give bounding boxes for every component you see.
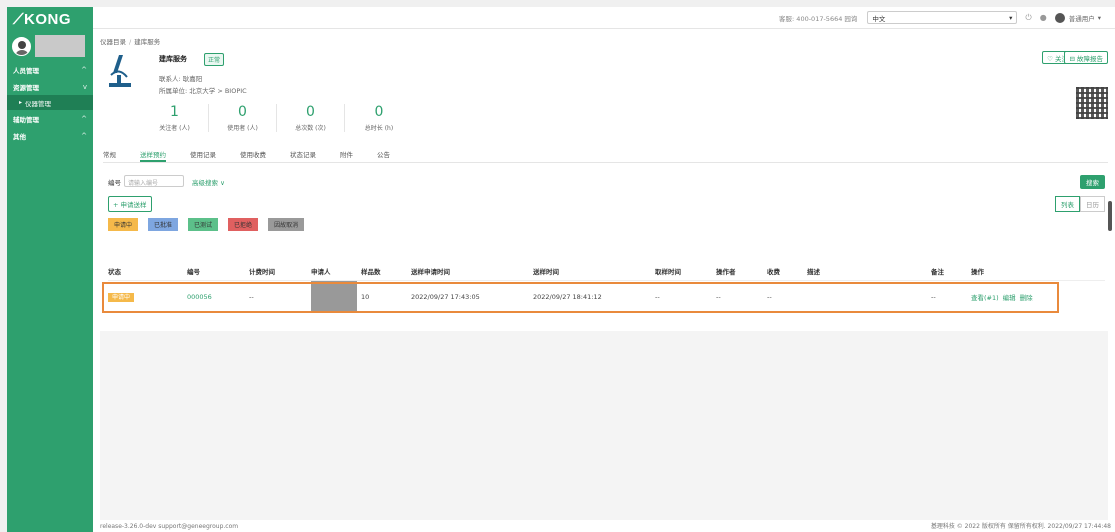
language-select[interactable]: 中文 ▾ xyxy=(867,11,1018,24)
tab-general[interactable]: 常规 xyxy=(103,147,116,162)
tab-attachments[interactable]: 附件 xyxy=(340,147,353,162)
calendar-view-button[interactable]: 日历 xyxy=(1080,196,1105,212)
sidebar-item-auxiliary[interactable]: 辅助管理 ^ xyxy=(7,110,93,127)
legend-pending: 申请中 xyxy=(108,218,139,231)
scrollbar[interactable] xyxy=(1108,201,1112,231)
empty-area xyxy=(100,331,1108,520)
user-menu[interactable]: 普通用户 ▾ xyxy=(1054,12,1101,23)
sidebar-item-people[interactable]: 人员管理 ^ xyxy=(7,61,93,78)
apply-sample-button[interactable]: + 申请送样 xyxy=(108,196,152,212)
power-icon[interactable]: ⏻ xyxy=(1025,13,1031,23)
app-logo[interactable]: ⟋ KONG xyxy=(7,7,93,31)
legend-rejected: 已拒绝 xyxy=(228,218,259,231)
breadcrumb: 仪器目录 / 建库服务 xyxy=(100,38,161,46)
send-time: 2022/09/27 18:41:12 xyxy=(533,292,602,301)
tab-usage-fees[interactable]: 使用收费 xyxy=(240,147,266,162)
chevron-down-icon: ▾ xyxy=(1009,13,1013,22)
tab-usage-records[interactable]: 使用记录 xyxy=(190,147,216,162)
top-bar: 客服: 400-017-5664 园询 中文 ▾ ⏻ ● 普通用户 ▾ xyxy=(93,7,1115,29)
footer-copyright: 基理科技 © 2022 版权所有 保留所有权利. 2022/09/27 17:4… xyxy=(930,523,1111,530)
tab-announcements[interactable]: 公告 xyxy=(377,147,390,162)
fee: -- xyxy=(767,292,772,301)
breadcrumb-parent[interactable]: 仪器目录 xyxy=(100,38,126,46)
row-actions: 查看(#1) 编辑 删除 xyxy=(971,292,1051,302)
tab-status-records[interactable]: 状态记录 xyxy=(290,147,316,162)
legend-approved: 已批准 xyxy=(148,218,179,231)
sidebar-item-other[interactable]: 其他 ^ xyxy=(7,127,93,144)
advanced-search-link[interactable]: 高级搜索 ∨ xyxy=(192,177,225,187)
legend-cancelled: 因故取消 xyxy=(268,218,305,231)
avatar xyxy=(1054,12,1065,23)
instrument-department: 所属单位: 北京大学 > BIOPIC xyxy=(159,87,247,95)
legend-tested: 已测试 xyxy=(188,218,219,231)
user-name-redacted xyxy=(35,35,85,57)
table-row[interactable]: 申请中 000056 -- 10 2022/09/27 17:43:05 202… xyxy=(108,281,1105,312)
chevron-up-icon: ^ xyxy=(81,114,87,123)
instrument-title: 建库服务 xyxy=(159,55,187,63)
chevron-down-icon: v xyxy=(82,82,87,91)
booking-table: 状态 编号 计费时间 申请人 样品数 送样申请时间 送样时间 取样时间 操作者 … xyxy=(108,261,1105,312)
tab-sample-booking[interactable]: 送样预约 xyxy=(140,147,166,162)
applicant-redacted xyxy=(311,281,357,312)
booking-code-link[interactable]: 000056 xyxy=(187,293,249,301)
table-header: 状态 编号 计费时间 申请人 样品数 送样申请时间 送样时间 取样时间 操作者 … xyxy=(108,261,1105,281)
list-view-button[interactable]: 列表 xyxy=(1055,196,1080,212)
qr-code xyxy=(1076,87,1108,119)
bullet-icon: ▸ xyxy=(19,99,23,106)
stat-total-count: 0 总次数 (次) xyxy=(277,104,345,132)
chevron-up-icon: ^ xyxy=(81,65,87,74)
tab-bar: 常规 送样预约 使用记录 使用收费 状态记录 附件 公告 xyxy=(103,147,1108,163)
sidebar-user[interactable] xyxy=(7,31,93,61)
sample-count: 10 xyxy=(361,292,370,301)
stats-bar: 1 关注者 (人) 0 使用者 (人) 0 总次数 (次) 0 总时长 (h) xyxy=(141,104,413,132)
chevron-up-icon: ^ xyxy=(81,131,87,140)
status-legend: 申请中 已批准 已测试 已拒绝 因故取消 xyxy=(108,218,314,231)
sidebar-item-instruments[interactable]: ▸ 仪器管理 xyxy=(7,95,93,110)
edit-link[interactable]: 编辑 xyxy=(1003,294,1016,302)
apply-time: 2022/09/27 17:43:05 xyxy=(411,292,480,301)
settings-icon[interactable]: ● xyxy=(1040,13,1047,22)
operator: -- xyxy=(716,292,721,301)
sidebar: ⟋ KONG 人员管理 ^ 资源管理 v ▸ 仪器管理 辅助管理 ^ 其他 ^ xyxy=(7,7,93,532)
microscope-icon xyxy=(105,51,133,91)
avatar[interactable] xyxy=(12,36,31,56)
stat-users: 0 使用者 (人) xyxy=(209,104,277,132)
stat-total-hours: 0 总时长 (h) xyxy=(364,104,394,132)
fault-report-button[interactable]: ⊟ 故障报告 xyxy=(1064,51,1108,64)
logo-mark-icon: ⟋ xyxy=(13,10,25,28)
note: -- xyxy=(931,292,936,301)
search-button[interactable]: 搜索 xyxy=(1080,175,1105,189)
chevron-down-icon: ▾ xyxy=(1097,13,1101,22)
footer-version: release-3.26.0-dev support@geneegroup.co… xyxy=(100,523,239,530)
status-badge: 正常 xyxy=(204,53,225,66)
breadcrumb-current: 建库服务 xyxy=(134,38,161,46)
instrument-contact: 联系人: 耿嘉阳 xyxy=(159,75,203,83)
booking-panel: 编号 请输入编号 高级搜索 ∨ 搜索 + 申请送样 列表 日历 申请中 已批准 … xyxy=(100,171,1108,331)
view-link[interactable]: 查看(#1) xyxy=(971,294,999,302)
code-filter-label: 编号 xyxy=(108,179,121,187)
delete-link[interactable]: 删除 xyxy=(1020,294,1033,302)
stat-followers: 1 关注者 (人) xyxy=(141,104,209,132)
billing-time: -- xyxy=(249,292,254,301)
pickup-time: -- xyxy=(655,292,660,301)
code-search-input[interactable]: 请输入编号 xyxy=(124,175,184,187)
sidebar-item-resources[interactable]: 资源管理 v xyxy=(7,78,93,95)
status-badge: 申请中 xyxy=(108,293,135,302)
view-toggle: 列表 日历 xyxy=(1055,196,1105,212)
main-content: 仪器目录 / 建库服务 建库服务 正常 联系人: 耿嘉阳 所属单位: 北京大学 > … xyxy=(93,29,1115,532)
support-phone: 客服: 400-017-5664 园询 xyxy=(779,14,858,23)
